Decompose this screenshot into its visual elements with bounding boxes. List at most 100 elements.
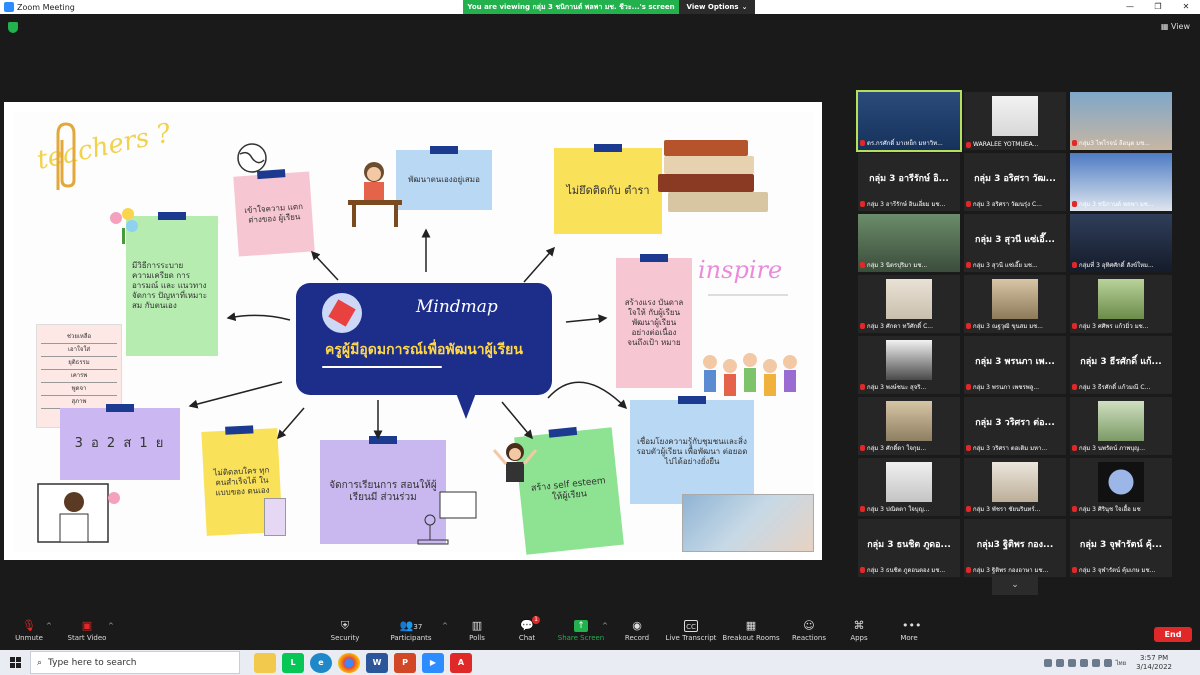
record-icon: ◉ [632, 619, 642, 632]
shield-icon[interactable] [8, 22, 18, 33]
participant-tile[interactable]: กลุ่ม3 ฐิติพร กอง... กลุ่ม 3 ฐิติพร กองอ… [964, 519, 1066, 577]
mic-muted-icon [966, 445, 971, 451]
breakout-rooms-icon: ▦ [745, 619, 757, 632]
restore-button[interactable]: ❐ [1144, 0, 1172, 14]
pdf-reader-icon[interactable]: A [450, 652, 472, 673]
volume-icon[interactable] [1103, 658, 1112, 667]
mindmap-arrows [188, 228, 628, 440]
edge-browser-icon[interactable]: e [310, 652, 332, 673]
view-options-button[interactable]: View Options ⌄ [679, 0, 755, 14]
close-button[interactable]: ✕ [1172, 0, 1200, 14]
windows-logo-icon [9, 657, 21, 668]
word-app-icon[interactable]: W [366, 652, 388, 673]
participant-tile[interactable]: กลุ่ม 3 ศักดา ทวีศักดิ์ C... [858, 275, 960, 333]
participant-video [1098, 279, 1144, 319]
mic-muted-icon: 🎙 [22, 619, 36, 632]
network-icon[interactable] [1091, 658, 1100, 667]
security-label: Security [330, 634, 360, 642]
mic-muted-icon [860, 506, 865, 512]
mic-muted-icon [860, 262, 865, 268]
participant-tile[interactable]: กลุ่ม 3 นพรัตน์ ภาพบุญ... [1070, 397, 1172, 455]
participant-tile[interactable]: กลุ่ม 3 พรนภา เพ... กลุ่ม 3 พรนภา เพชรพล… [964, 336, 1066, 394]
video-options-caret[interactable]: ^ [108, 622, 114, 630]
participant-label: กลุ่ม 3 พรนภา เพชรพลู... [973, 384, 1040, 391]
participant-name: กลุ่ม 3 วริศรา ต่อ... [975, 418, 1055, 428]
end-meeting-button[interactable]: End [1154, 627, 1192, 642]
mic-muted-icon [966, 323, 971, 329]
participant-video [886, 462, 932, 502]
view-options-label: View Options [686, 3, 739, 11]
powerpoint-app-icon[interactable]: P [394, 652, 416, 673]
participant-label: กลุ่ม 3 ธนชิต ภูดอนตอง มช... [867, 567, 946, 574]
audio-options-caret[interactable]: ^ [46, 622, 52, 630]
mic-muted-icon [860, 323, 865, 329]
window-title: Zoom Meeting [17, 2, 75, 12]
participant-tile[interactable]: กลุ่ม 3 ปณิตตา ใจบุญ... [858, 458, 960, 516]
participant-tile[interactable]: กลุ่ม 3 อารีรักษ์ อิ... กลุ่ม 3 อารีรักษ… [858, 153, 960, 211]
mic-muted-icon [1072, 140, 1077, 146]
language-indicator[interactable]: ไทย [1116, 658, 1127, 668]
participant-label: กลุ่ม 3 ศิรินุช ใจเอื้อ มช [1079, 506, 1141, 513]
participant-label: กลุ่ม 3 จุฬารัตน์ คุ้มเกษ มช... [1079, 567, 1156, 574]
tray-app-icon[interactable] [1079, 658, 1088, 667]
chevron-down-icon: ⌄ [1011, 580, 1019, 590]
participants-button[interactable]: 👥37 Participants [376, 619, 446, 643]
participant-label: กลุ่ม 3 วริศรา ตอเติม มหา... [973, 445, 1048, 452]
participant-tile[interactable]: กลุ่ม 3 ณฐวุฒิ ขุนสม มช... [964, 275, 1066, 333]
line-app-icon[interactable]: L [282, 652, 304, 673]
chat-badge: 1 [532, 616, 540, 624]
tray-app-icon[interactable] [1067, 658, 1076, 667]
start-button[interactable] [0, 650, 30, 675]
file-explorer-icon[interactable] [254, 652, 276, 673]
gallery-next-page-button[interactable]: ⌄ [992, 575, 1038, 595]
share-screen-label: Share Screen [557, 634, 605, 642]
participant-tile[interactable]: กลุ่ม3 ไพโรจน์ ลีอนุต มช... [1070, 92, 1172, 150]
participant-tile[interactable]: กลุ่ม 3 ธนชิต ภูดอ... กลุ่ม 3 ธนชิต ภูดอ… [858, 519, 960, 577]
security-button[interactable]: ⛨ Security [310, 620, 380, 643]
participant-label: กลุ่ม 3 สุวนี แซ่เอี๊ย มช... [973, 262, 1038, 269]
participant-tile[interactable]: กลุ่ม 3 วริศรา ต่อ... กลุ่ม 3 วริศรา ตอเ… [964, 397, 1066, 455]
share-screen-icon: ↑ [574, 620, 588, 632]
mic-muted-icon [1072, 201, 1077, 207]
clock-time: 3:57 PM [1139, 654, 1169, 663]
system-tray: ไทย 3:57 PM 3/14/2022 [1043, 650, 1172, 675]
participant-tile[interactable]: กลุ่ม 3 นิตรปุริมา มช... [858, 214, 960, 272]
minimize-button[interactable]: — [1116, 0, 1144, 14]
participant-tile[interactable]: ดร.กรศักดิ์ มาเหย็ก มหาวิท... [856, 90, 962, 152]
chrome-browser-icon[interactable] [338, 652, 360, 673]
participant-name: กลุ่ม 3 ธนชิต ภูดอ... [867, 540, 951, 550]
participant-tile[interactable]: กลุ่ม 3 สุวนี แซ่เอี๊... กลุ่ม 3 สุวนี แ… [964, 214, 1066, 272]
search-icon: ⌕ [37, 657, 43, 668]
bluetooth-icon[interactable] [1043, 658, 1052, 667]
mic-muted-icon [966, 567, 971, 573]
participant-label: กลุ่ม 3 ศักดิ์ดา ใจกุม... [867, 445, 927, 452]
participant-tile[interactable]: กลุ่มที่ 3 อุทิศศักดิ์ สังข์ใหม... [1070, 214, 1172, 272]
participant-video [1098, 401, 1144, 441]
participants-icon: 👥37 [399, 619, 423, 632]
participant-tile[interactable]: กลุ่ม 3 ชนิกานต์ พลพา มช... [1070, 153, 1172, 211]
view-button[interactable]: ▦ View [1161, 22, 1190, 31]
participant-name: กลุ่ม 3 พรนภา เพ... [975, 357, 1055, 367]
participant-tile[interactable]: กลุ่ม 3 ศักดิ์ดา ใจกุม... [858, 397, 960, 455]
participant-tile[interactable]: กลุ่ม 3 ธีรศักดิ์ แก้... กลุ่ม 3 ธีรศักด… [1070, 336, 1172, 394]
apps-label: Apps [850, 634, 868, 642]
zoom-logo-icon [4, 2, 14, 12]
participant-tile[interactable]: กลุ่ม 3 ศศิพร แก้วมิ่ว มช... [1070, 275, 1172, 333]
participant-video [886, 401, 932, 441]
participant-tile[interactable]: กลุ่ม 3 จุฬารัตน์ คุ้... กลุ่ม 3 จุฬารัต… [1070, 519, 1172, 577]
participant-tile[interactable]: กลุ่ม 3 อริศรา วัฒ... กลุ่ม 3 อริศรา วัฒ… [964, 153, 1066, 211]
participant-label: กลุ่ม 3 ธีรศักดิ์ แก้วมณี C... [1079, 384, 1151, 391]
participant-tile[interactable]: กลุ่ม 3 พัชรา ชัยนรินทร์... [964, 458, 1066, 516]
participant-tile[interactable]: กลุ่ม 3 พงษ์ชนะ สุจริ... [858, 336, 960, 394]
participants-label: Participants [390, 634, 432, 642]
tray-app-icon[interactable] [1055, 658, 1064, 667]
participant-tile[interactable]: WARALEE YOTMUEA... [964, 92, 1066, 150]
zoom-app-icon[interactable]: ▶ [422, 652, 444, 673]
taskbar-clock[interactable]: 3:57 PM 3/14/2022 [1136, 654, 1172, 671]
taskbar-search-box[interactable]: ⌕ Type here to search [30, 651, 240, 674]
participant-label: กลุ่ม 3 ฐิติพร กองอาษา มช... [973, 567, 1049, 574]
participant-tile[interactable]: กลุ่ม 3 ศิรินุช ใจเอื้อ มช [1070, 458, 1172, 516]
mic-muted-icon [966, 201, 971, 207]
more-button[interactable]: ••• More [874, 620, 944, 643]
participant-label: WARALEE YOTMUEA... [973, 141, 1039, 148]
